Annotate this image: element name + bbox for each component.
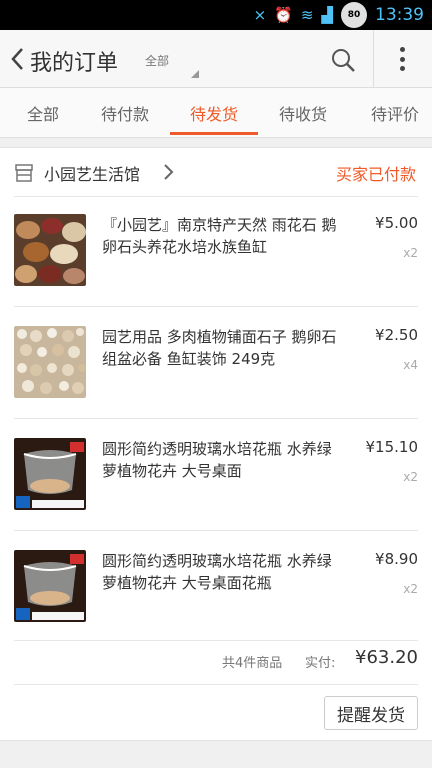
order-summary: 共4件商品 实付: ¥63.20 [0,642,432,682]
tab-pending-receipt[interactable]: 待收货 [260,88,346,138]
filter-dropdown[interactable]: 全部 [145,52,169,69]
shop-header[interactable]: 小园艺生活馆 买家已付款 [0,148,432,196]
tab-pending-review[interactable]: 待评价 [352,88,432,138]
order-item[interactable]: 园艺用品 多肉植物铺面石子 鹅卵石组盆必备 鱼缸装饰 249克 ¥2.50 x4 [0,308,432,418]
item-price: ¥5.00 [375,214,418,232]
shop-name: 小园艺生活馆 [44,165,141,184]
divider [14,418,418,419]
page-title: 我的订单 [30,51,119,76]
item-quantity: x2 [403,582,418,596]
divider [14,306,418,307]
order-tabs: 全部 待付款 待发货 待收货 待评价 [0,88,432,138]
active-tab-indicator [170,132,258,135]
item-title: 园艺用品 多肉植物铺面石子 鹅卵石组盆必备 鱼缸装饰 249克 [102,328,337,368]
tab-pending-payment[interactable]: 待付款 [82,88,168,138]
product-image-glass-vase [14,438,86,510]
battery-icon: 80 [341,2,367,28]
order-card: 小园艺生活馆 买家已付款 『小园艺』南京特产天然 雨花石 鹅卵石头养花水培水族鱼… [0,147,432,741]
wifi-icon: ≋ [300,6,314,24]
appbar-divider [373,30,374,88]
item-title: 『小园艺』南京特产天然 雨花石 鹅卵石头养花水培水族鱼缸 [102,216,337,256]
search-icon[interactable] [330,47,356,73]
order-item[interactable]: 『小园艺』南京特产天然 雨花石 鹅卵石头养花水培水族鱼缸 ¥5.00 x2 [0,196,432,306]
remind-shipment-button[interactable]: 提醒发货 [324,696,418,730]
chevron-right-icon [164,164,174,180]
item-quantity: x2 [403,470,418,484]
store-icon [15,164,33,182]
tab-pending-shipment[interactable]: 待发货 [171,88,257,138]
clock: 13:39 [375,5,424,25]
order-item[interactable]: 圆形简约透明玻璃水培花瓶 水养绿萝植物花卉 大号桌面花瓶 ¥8.90 x2 [0,532,432,642]
alarm-icon: ⏰ [274,6,293,24]
item-quantity: x2 [403,246,418,260]
paid-amount: ¥63.20 [355,647,418,668]
mute-icon: ⨯ [253,6,267,24]
divider [14,530,418,531]
order-status: 买家已付款 [335,165,416,184]
order-item[interactable]: 圆形简约透明玻璃水培花瓶 水养绿萝植物花卉 大号桌面 ¥15.10 x2 [0,420,432,530]
paid-label: 实付: [305,656,336,671]
item-title: 圆形简约透明玻璃水培花瓶 水养绿萝植物花卉 大号桌面 [102,440,332,480]
dropdown-corner-icon [191,70,199,78]
back-icon[interactable] [6,44,28,74]
item-price: ¥2.50 [375,326,418,344]
app-bar: 我的订单 全部 [0,30,432,88]
status-bar: ⨯ ⏰ ≋ ▟ 80 13:39 [0,0,432,30]
product-image-glass-vase [14,550,86,622]
item-price: ¥8.90 [375,550,418,568]
divider [14,640,418,641]
item-price: ¥15.10 [365,438,419,456]
item-count: 共4件商品 [222,656,283,671]
more-options-icon[interactable] [392,44,412,74]
item-quantity: x4 [403,358,418,372]
divider [14,684,418,685]
item-title: 圆形简约透明玻璃水培花瓶 水养绿萝植物花卉 大号桌面花瓶 [102,552,332,592]
tab-all[interactable]: 全部 [0,88,86,138]
product-image-pebbles [14,214,86,286]
product-image-gravel [14,326,86,398]
signal-icon: ▟ [321,6,333,24]
